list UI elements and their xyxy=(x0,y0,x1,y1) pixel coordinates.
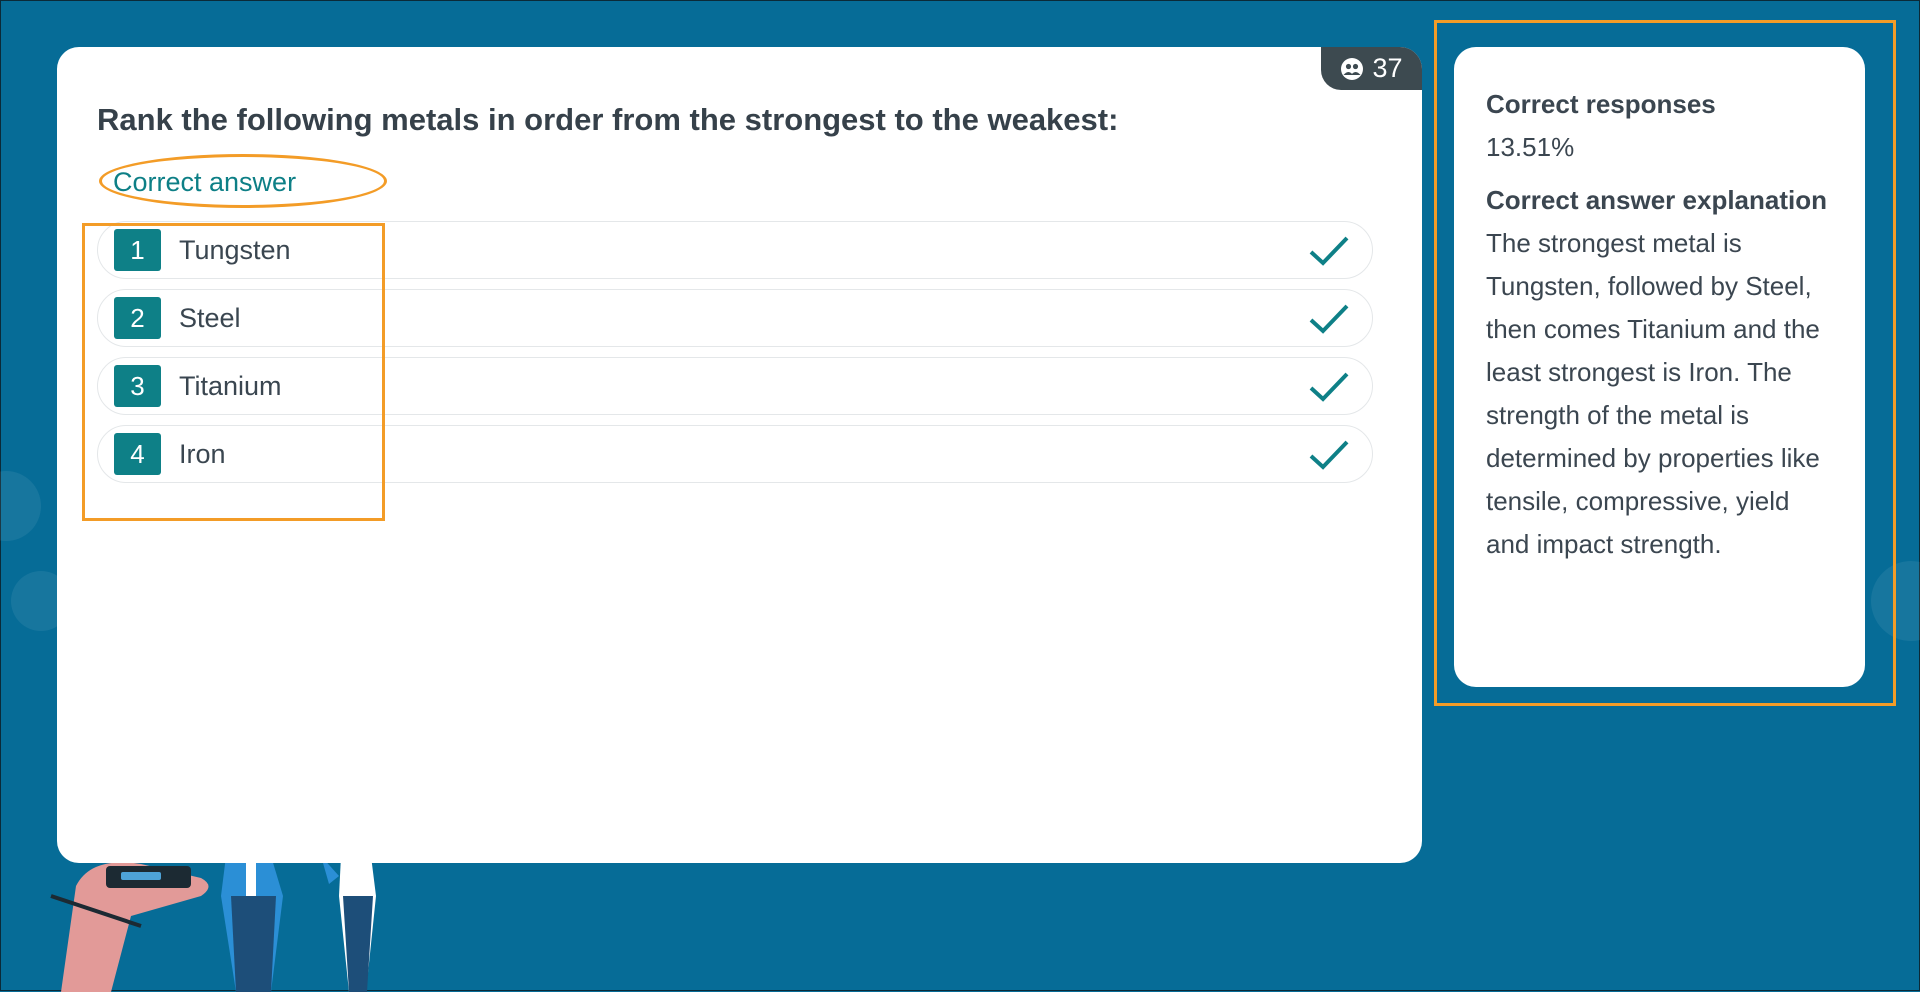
question-text: Rank the following metals in order from … xyxy=(97,102,1119,137)
background-bubble xyxy=(0,471,41,541)
checkmark-icon xyxy=(1309,440,1349,470)
participant-count-badge: 37 xyxy=(1321,47,1422,90)
people-illustration xyxy=(50,856,376,992)
checkmark-icon xyxy=(1309,372,1349,402)
highlight-ellipse xyxy=(99,154,387,208)
highlight-rectangle xyxy=(1434,20,1896,706)
checkmark-icon xyxy=(1309,236,1349,266)
participants-icon xyxy=(1341,57,1364,80)
checkmark-icon xyxy=(1309,304,1349,334)
participant-count: 37 xyxy=(1372,53,1403,83)
highlight-rectangle xyxy=(82,223,385,521)
